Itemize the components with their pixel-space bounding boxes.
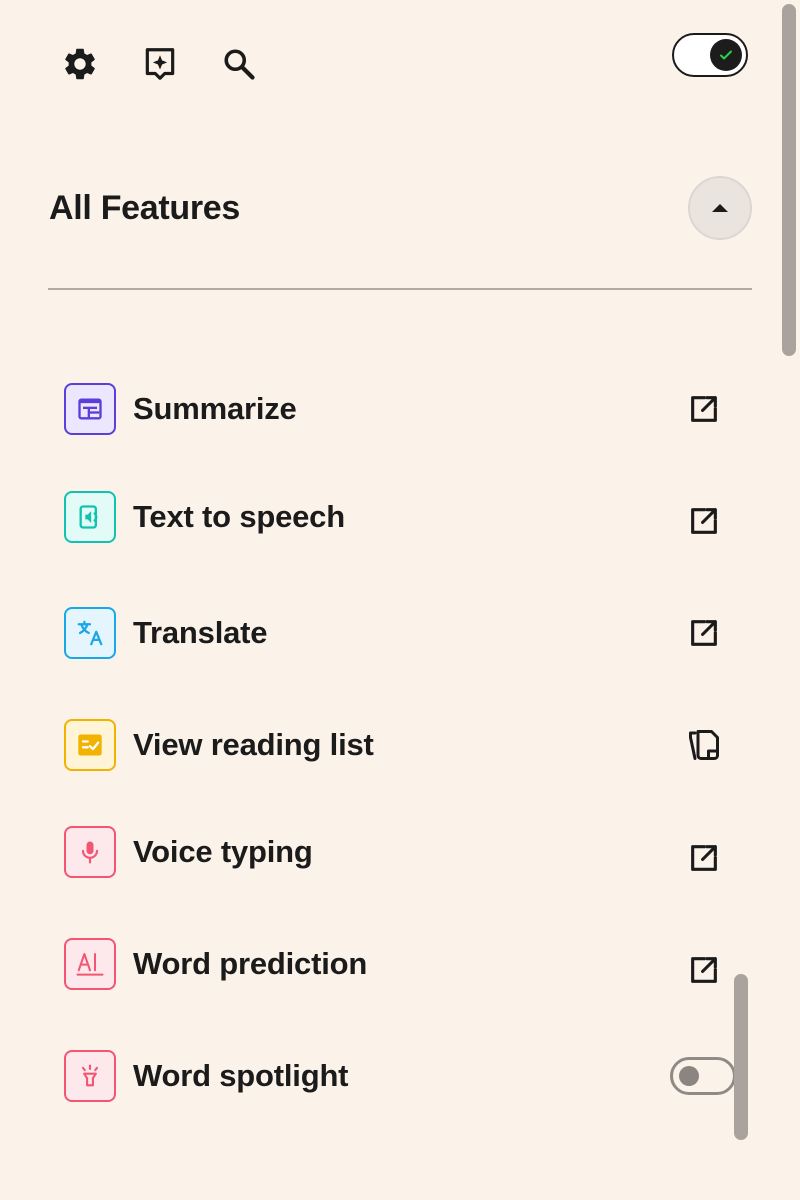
section-title: All Features — [49, 189, 241, 227]
feature-voice-typing[interactable]: Voice typing — [64, 826, 736, 878]
feature-word-spotlight[interactable]: Word spotlight — [64, 1050, 736, 1102]
feature-label: Translate — [133, 615, 268, 650]
sparkle-bubble-icon — [145, 48, 175, 80]
translate-icon — [64, 607, 116, 659]
word-spotlight-toggle[interactable] — [670, 1057, 736, 1095]
open-external-icon[interactable] — [684, 950, 724, 990]
feature-word-prediction[interactable]: Word prediction — [64, 938, 736, 990]
word-prediction-icon — [64, 938, 116, 990]
settings-button[interactable] — [58, 42, 102, 86]
feature-label: Summarize — [133, 391, 297, 426]
search-icon — [224, 49, 255, 80]
open-external-icon[interactable] — [684, 389, 724, 429]
open-external-icon[interactable] — [684, 838, 724, 878]
open-external-icon[interactable] — [684, 501, 724, 541]
master-enable-toggle[interactable] — [672, 33, 748, 77]
checkmark-icon — [720, 50, 732, 60]
caret-up-icon — [712, 204, 728, 212]
feature-summarize[interactable]: Summarize — [64, 383, 736, 435]
page-scrollbar[interactable] — [782, 4, 796, 356]
summarize-icon — [64, 383, 116, 435]
feature-label: Voice typing — [133, 834, 313, 869]
reading-list-icon — [64, 719, 116, 771]
ai-assistant-button[interactable] — [138, 42, 182, 86]
feature-view-reading-list[interactable]: View reading list — [64, 719, 736, 771]
copy-pages-icon[interactable] — [684, 725, 724, 765]
collapse-section-button[interactable] — [688, 176, 752, 240]
feature-label: Word prediction — [133, 946, 368, 981]
microphone-icon — [64, 826, 116, 878]
gear-icon — [65, 48, 95, 80]
spotlight-icon — [64, 1050, 116, 1102]
feature-label: Word spotlight — [133, 1058, 349, 1093]
toggle-knob — [679, 1066, 699, 1086]
feature-text-to-speech[interactable]: Text to speech — [64, 491, 736, 543]
section-divider — [48, 288, 752, 290]
feature-translate[interactable]: Translate — [64, 607, 736, 659]
search-button[interactable] — [217, 42, 261, 86]
feature-label: Text to speech — [133, 499, 345, 534]
feature-label: View reading list — [133, 727, 374, 762]
text-to-speech-icon — [64, 491, 116, 543]
open-external-icon[interactable] — [684, 613, 724, 653]
list-scrollbar[interactable] — [734, 974, 748, 1140]
toggle-knob — [710, 39, 742, 71]
